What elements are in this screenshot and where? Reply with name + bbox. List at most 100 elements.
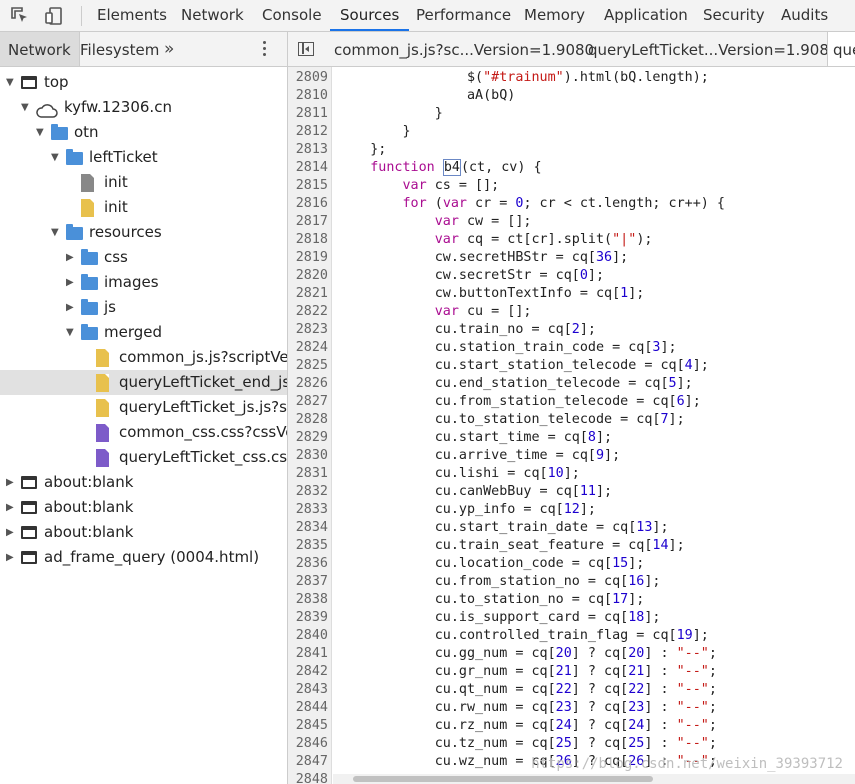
tree-item[interactable]: common_css.css?cssVersion [0,420,287,445]
code-line[interactable]: cu.is_support_card = cq[18]; [338,609,661,627]
code-area[interactable]: 2809 $("#trainum").html(bQ.length); 2810 … [288,67,855,784]
line-number[interactable]: 2821 [288,285,328,303]
line-number[interactable]: 2845 [288,717,328,735]
line-number[interactable]: 2829 [288,429,328,447]
line-number[interactable]: 2824 [288,339,328,357]
tree-item[interactable]: init [0,195,287,220]
tree-item[interactable]: queryLeftTicket_end_js.js? [0,370,287,395]
code-line[interactable]: cu.gr_num = cq[21] ? cq[21] : "--"; [338,663,717,681]
tree-item[interactable]: ▶ about:blank [0,495,287,520]
line-number[interactable]: 2817 [288,213,328,231]
tree-item[interactable]: ▼ merged [0,320,287,345]
tab-console[interactable]: Console [262,0,322,31]
tree-item[interactable]: queryLeftTicket_css.css?cs [0,445,287,470]
expand-arrow-icon[interactable]: ▼ [51,220,61,245]
line-number[interactable]: 2843 [288,681,328,699]
collapse-arrow-icon[interactable]: ▶ [66,270,76,295]
code-line[interactable]: cu.controlled_train_flag = cq[19]; [338,627,709,645]
code-line[interactable]: cu.end_station_telecode = cq[5]; [338,375,693,393]
expand-arrow-icon[interactable]: ▼ [6,70,16,95]
code-line[interactable]: cu.lishi = cq[10]; [338,465,580,483]
line-number[interactable]: 2842 [288,663,328,681]
line-number[interactable]: 2834 [288,519,328,537]
tree-item[interactable]: ▶ images [0,270,287,295]
editor-tab-common-js[interactable]: common_js.js?sc...Version=1.9080 [334,32,594,66]
tab-audits[interactable]: Audits [781,0,828,31]
line-number[interactable]: 2812 [288,123,328,141]
tree-item[interactable]: ▶ ad_frame_query (0004.html) [0,545,287,570]
tab-sources[interactable]: Sources [329,0,410,31]
more-tabs-button[interactable]: » [164,32,174,66]
expand-arrow-icon[interactable]: ▼ [66,320,76,345]
code-line[interactable]: cu.rz_num = cq[24] ? cq[24] : "--"; [338,717,717,735]
line-number[interactable]: 2822 [288,303,328,321]
tab-security[interactable]: Security [703,0,765,31]
code-line[interactable]: cu.start_station_telecode = cq[4]; [338,357,709,375]
line-number[interactable]: 2846 [288,735,328,753]
line-number[interactable]: 2828 [288,411,328,429]
collapse-arrow-icon[interactable]: ▶ [6,495,16,520]
code-line[interactable]: cw.secretHBStr = cq[36]; [338,249,629,267]
inspect-element-icon[interactable] [10,6,30,26]
editor-tab-queryleftticket-end-js[interactable]: que [827,32,855,66]
toggle-navigator-icon[interactable] [298,42,314,56]
navigator-menu-icon[interactable] [262,41,268,59]
line-number[interactable]: 2810 [288,87,328,105]
code-line[interactable]: cu.rw_num = cq[23] ? cq[23] : "--"; [338,699,717,717]
horizontal-scrollbar[interactable] [333,774,855,784]
line-number[interactable]: 2809 [288,69,328,87]
line-number[interactable]: 2839 [288,609,328,627]
expand-arrow-icon[interactable]: ▼ [36,120,46,145]
code-line[interactable]: cu.arrive_time = cq[9]; [338,447,620,465]
line-number[interactable]: 2819 [288,249,328,267]
code-line[interactable]: cu.qt_num = cq[22] ? cq[22] : "--"; [338,681,717,699]
collapse-arrow-icon[interactable]: ▶ [6,470,16,495]
editor-tab-queryleftticket-js[interactable]: queryLeftTicket...Version=1.9080 [588,32,838,66]
tree-item[interactable]: ▼ leftTicket [0,145,287,170]
line-number[interactable]: 2837 [288,573,328,591]
code-line[interactable]: } [338,105,443,123]
tree-item[interactable]: ▶ css [0,245,287,270]
code-line[interactable]: cu.train_no = cq[2]; [338,321,596,339]
code-line[interactable]: cu.to_station_telecode = cq[7]; [338,411,685,429]
collapse-arrow-icon[interactable]: ▶ [66,245,76,270]
line-number[interactable]: 2832 [288,483,328,501]
code-line[interactable]: cu.from_station_no = cq[16]; [338,573,661,591]
code-line[interactable]: cu.station_train_code = cq[3]; [338,339,677,357]
collapse-arrow-icon[interactable]: ▶ [66,295,76,320]
code-line[interactable]: var cu = []; [338,303,532,321]
tab-network[interactable]: Network [181,0,244,31]
code-line[interactable]: cu.canWebBuy = cq[11]; [338,483,612,501]
code-line[interactable]: var cw = []; [338,213,532,231]
line-number[interactable]: 2836 [288,555,328,573]
line-number[interactable]: 2844 [288,699,328,717]
expand-arrow-icon[interactable]: ▼ [21,95,31,120]
line-number[interactable]: 2835 [288,537,328,555]
tree-item[interactable]: ▼ resources [0,220,287,245]
code-line[interactable]: var cq = ct[cr].split("|"); [338,231,653,249]
code-line[interactable]: cu.tz_num = cq[25] ? cq[25] : "--"; [338,735,717,753]
line-number[interactable]: 2818 [288,231,328,249]
line-number[interactable]: 2841 [288,645,328,663]
tree-item[interactable]: ▶ about:blank [0,520,287,545]
device-toolbar-icon[interactable] [44,6,64,26]
line-number[interactable]: 2816 [288,195,328,213]
code-line[interactable]: cw.secretStr = cq[0]; [338,267,604,285]
code-line[interactable]: cu.location_code = cq[15]; [338,555,645,573]
line-number[interactable]: 2847 [288,753,328,771]
tab-elements[interactable]: Elements [97,0,167,31]
code-line[interactable]: cu.from_station_telecode = cq[6]; [338,393,701,411]
tree-item[interactable]: ▼ top [0,70,287,95]
code-line[interactable]: for (var cr = 0; cr < ct.length; cr++) { [338,195,725,213]
tab-performance[interactable]: Performance [416,0,511,31]
code-line[interactable]: cu.train_seat_feature = cq[14]; [338,537,685,555]
tree-item[interactable]: ▶ js [0,295,287,320]
code-line[interactable]: cu.start_time = cq[8]; [338,429,612,447]
code-line[interactable]: $("#trainum").html(bQ.length); [338,69,709,87]
collapse-arrow-icon[interactable]: ▶ [6,545,16,570]
line-number[interactable]: 2825 [288,357,328,375]
line-number[interactable]: 2840 [288,627,328,645]
line-number[interactable]: 2811 [288,105,328,123]
code-line[interactable]: aA(bQ) [338,87,515,105]
tree-item[interactable]: common_js.js?scriptVersion [0,345,287,370]
